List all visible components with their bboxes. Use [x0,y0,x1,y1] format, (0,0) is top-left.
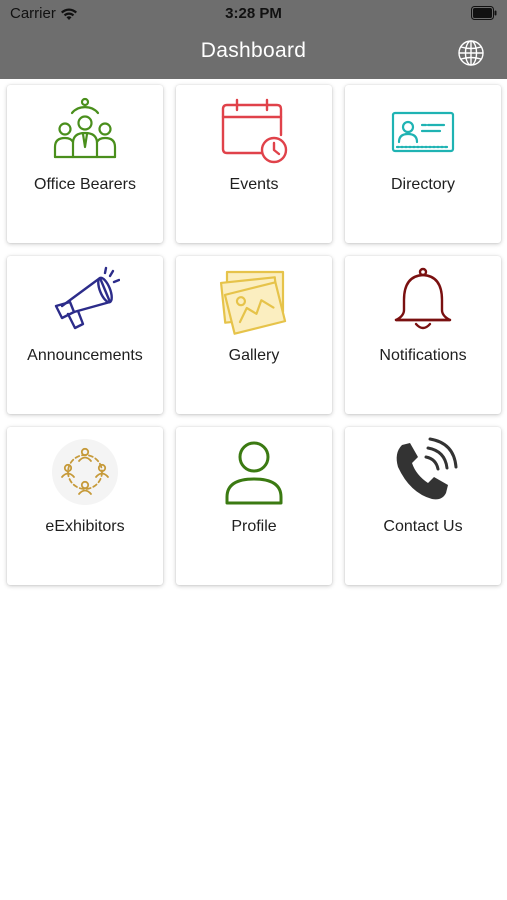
tile-events[interactable]: Events [176,85,332,243]
id-card-icon [345,95,501,165]
globe-icon[interactable] [457,39,485,67]
status-bar: Carrier 3:28 PM [0,0,507,28]
photo-stack-icon [176,266,332,336]
tile-eexhibitors[interactable]: eExhibitors [7,427,163,585]
tile-directory[interactable]: Directory [345,85,501,243]
screen: Carrier 3:28 PM Dashboard Office Bearers… [0,0,507,900]
tile-label: Profile [231,518,277,535]
tile-label: Office Bearers [34,176,136,193]
calendar-clock-icon [176,95,332,165]
tile-contact-us[interactable]: Contact Us [345,427,501,585]
tile-label: Announcements [27,347,143,364]
tile-label: Notifications [379,347,467,364]
tile-label: Gallery [228,347,280,364]
tile-profile[interactable]: Profile [176,427,332,585]
network-people-icon [7,437,163,507]
status-time: 3:28 PM [225,5,282,22]
battery-icon [471,6,497,20]
navigation-bar: Dashboard [0,28,507,79]
tile-gallery[interactable]: Gallery [176,256,332,414]
tile-label: Events [229,176,279,193]
people-group-icon [7,95,163,165]
phone-ringing-icon [345,437,501,507]
tile-notifications[interactable]: Notifications [345,256,501,414]
page-title: Dashboard [200,39,307,62]
tile-label: Directory [390,176,455,193]
megaphone-icon [7,266,163,336]
user-icon [176,437,332,507]
tile-announcements[interactable]: Announcements [7,256,163,414]
tile-label: eExhibitors [45,518,125,535]
bell-icon [345,266,501,336]
tile-office-bearers[interactable]: Office Bearers [7,85,163,243]
tile-label: Contact Us [383,518,463,535]
top-bar: Carrier 3:28 PM Dashboard [0,0,507,79]
